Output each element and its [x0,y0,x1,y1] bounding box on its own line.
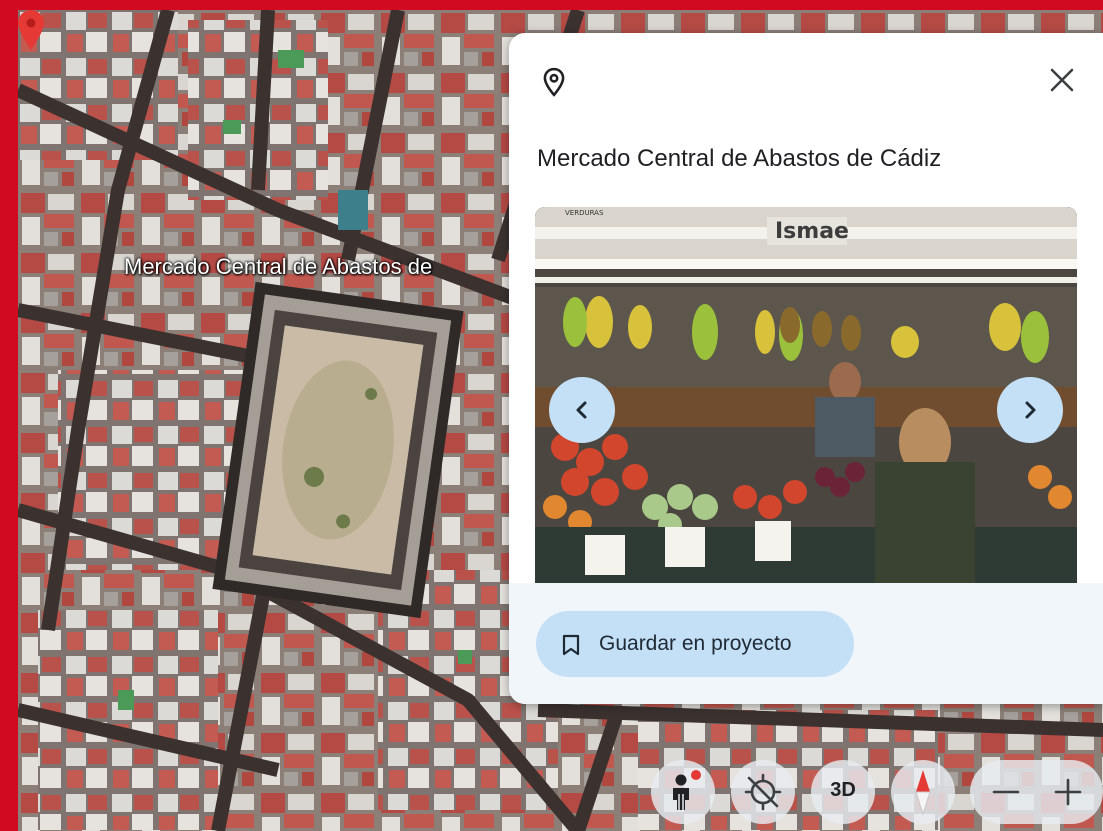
close-icon[interactable] [1049,67,1075,93]
chevron-right-icon [1025,401,1036,419]
location-pin-icon [543,67,565,97]
place-title: Mercado Central de Abastos de Cádiz [537,145,942,172]
rotate-icon [744,773,782,811]
compass-button[interactable] [891,760,955,824]
street-view-button[interactable] [651,760,715,824]
3d-toggle-button[interactable]: 3D [811,760,875,824]
map-pin-icon[interactable] [18,10,44,50]
photo-next-button[interactable] [997,377,1063,443]
photo-sign-text: VERDURAS [565,209,604,217]
3d-button-label: 3D [830,779,856,801]
zoom-out-icon[interactable] [984,770,1028,814]
compass-icon [915,770,931,816]
place-info-panel: Mercado Central de Abastos de Cádiz Isma… [509,33,1103,704]
save-to-project-button[interactable]: Guardar en proyecto [536,611,854,677]
place-photo[interactable]: Ismae VERDURAS [535,207,1077,583]
photo-prev-button[interactable] [549,377,615,443]
frame-top [0,0,1103,10]
zoom-in-icon[interactable] [1046,770,1090,814]
photo-sign-text: Ismae [775,219,849,244]
map-place-label[interactable]: Mercado Central de Abastos de [124,254,432,280]
rotate-view-button[interactable] [731,760,795,824]
market-photo-image: Ismae VERDURAS [535,207,1077,583]
frame-left [0,0,18,831]
bookmark-icon [562,634,580,656]
zoom-control [970,760,1103,824]
pegman-icon [673,770,701,810]
chevron-left-icon [576,401,587,419]
save-button-label: Guardar en proyecto [599,632,792,655]
